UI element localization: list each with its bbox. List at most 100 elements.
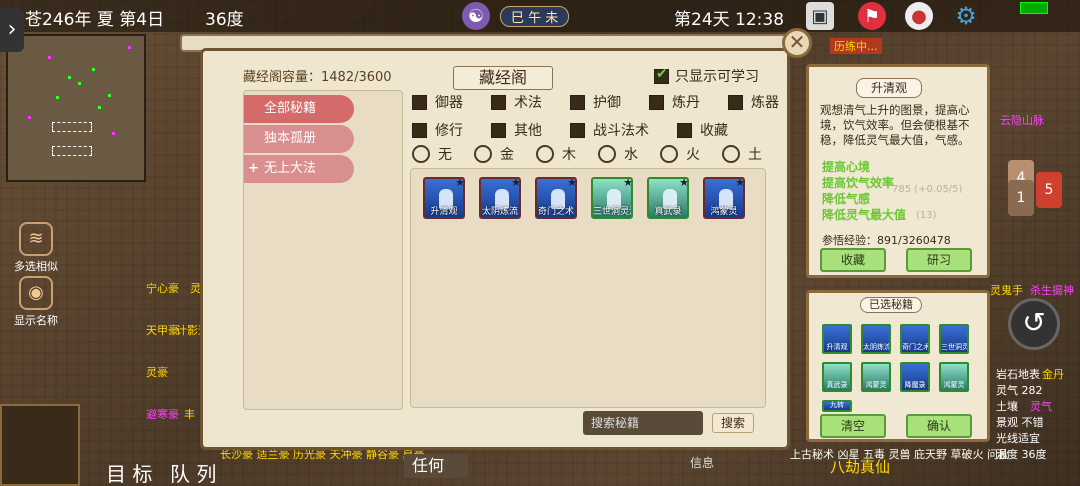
filter-combat[interactable]: 战斗法术 (570, 120, 649, 140)
minimap[interactable] (6, 34, 146, 182)
multi-select-tool[interactable]: ≋ 多选相似 (8, 222, 64, 274)
only-learnable-toggle[interactable]: 只显示可学习 (654, 66, 759, 86)
selected-book[interactable]: 鸿蒙灵 (939, 362, 969, 392)
search-button[interactable]: 搜索 (712, 413, 754, 433)
info-label[interactable]: 信息 (690, 454, 714, 471)
back-icon[interactable]: ↺ (1008, 298, 1060, 350)
element-label: 火 (686, 147, 700, 163)
book-card[interactable]: ★ 太阴炼流 (479, 177, 521, 219)
checkbox-icon[interactable] (412, 94, 427, 110)
element-label: 无 (438, 147, 452, 163)
filter-defense[interactable]: 护御 (570, 92, 621, 112)
checkbox-checked-icon[interactable] (654, 66, 669, 84)
selected-book-name: 真武录 (826, 381, 848, 389)
team-nav[interactable]: 队 列 (170, 458, 216, 486)
element-earth[interactable]: 土 (722, 144, 762, 164)
yin-yang-icon[interactable]: ☯ (462, 2, 490, 30)
selected-book[interactable]: 鸿蒙灵 (861, 362, 891, 392)
element-water[interactable]: 水 (598, 144, 638, 164)
checkbox-icon[interactable] (677, 122, 692, 138)
tab-unique-books[interactable]: 独本孤册 (244, 125, 354, 153)
faded-stat: (13) (916, 210, 937, 221)
search-input[interactable]: 搜索秘籍 (583, 411, 703, 435)
book-card[interactable]: ★ 真武录 (647, 177, 689, 219)
book-name: 鸿蒙灵 (710, 207, 738, 217)
close-button[interactable]: ✕ (782, 28, 812, 58)
only-learnable-label: 只显示可学习 (675, 69, 759, 85)
goal-nav[interactable]: 目 标 (106, 458, 152, 486)
element-fire[interactable]: 火 (660, 144, 700, 164)
map-label: 杀生摄神 (1030, 284, 1074, 297)
star-icon: ★ (511, 177, 521, 189)
radio-icon[interactable] (722, 145, 740, 163)
tab-supreme-arts[interactable]: + 无上大法 (244, 155, 354, 183)
filter-spell[interactable]: 术法 (491, 92, 542, 112)
detail-description: 观想清气上升的图景，提高心境，饮气效率。但会使根基不稳，降低灵气最大值，气感。 (820, 103, 970, 147)
radio-icon[interactable] (536, 145, 554, 163)
checkbox-icon[interactable] (570, 122, 585, 138)
map-label: 灵鬼手 (990, 284, 1023, 297)
expand-button[interactable]: › (0, 8, 24, 52)
confirm-button[interactable]: 确认 (906, 414, 972, 438)
filter-dropdown[interactable]: 任何 (404, 454, 468, 478)
filter-cultivation[interactable]: 修行 (412, 120, 463, 140)
book-card[interactable]: ★ 鸿蒙灵 (703, 177, 745, 219)
eye-icon: ◉ (19, 276, 53, 310)
radio-icon[interactable] (598, 145, 616, 163)
selected-title: 已选秘籍 (860, 297, 922, 313)
selected-book[interactable]: 真武录 (822, 362, 852, 392)
study-button[interactable]: 研习 (906, 248, 972, 272)
book-card[interactable]: ★ 升清观 (423, 177, 465, 219)
counter-badge: 1 (1008, 180, 1034, 216)
selected-book[interactable]: 奇门之术 (900, 324, 930, 354)
element-wood[interactable]: 木 (536, 144, 576, 164)
filter-label: 修行 (435, 123, 463, 139)
checkbox-icon[interactable] (491, 94, 506, 110)
status-label: 历练中... (830, 38, 882, 54)
filter-forging[interactable]: 炼器 (728, 92, 779, 112)
day-time: 第24天 12:38 (674, 10, 785, 30)
checkbox-icon[interactable] (649, 94, 664, 110)
filter-label: 其他 (514, 123, 542, 139)
tab-all-books[interactable]: 全部秘籍 (244, 95, 354, 123)
radio-icon[interactable] (412, 145, 430, 163)
selected-book[interactable]: 三世洞灵 (939, 324, 969, 354)
checkbox-icon[interactable] (412, 122, 427, 138)
filter-other[interactable]: 其他 (491, 120, 542, 140)
filter-label: 术法 (514, 95, 542, 111)
book-name: 奇门之术 (537, 207, 574, 217)
gear-icon[interactable]: ⚙ (952, 2, 980, 30)
filter-weapon[interactable]: 御器 (412, 92, 463, 112)
checkbox-icon[interactable] (728, 94, 743, 110)
book-card[interactable]: ★ 奇门之术 (535, 177, 577, 219)
filter-label: 炼丹 (672, 95, 700, 111)
checkbox-icon[interactable] (491, 122, 506, 138)
book-card[interactable]: ★ 三世洞灵法 (591, 177, 633, 219)
collect-button[interactable]: 收藏 (820, 248, 886, 272)
selected-book-name: 太阴炼流 (863, 343, 889, 351)
effect-line: 降低灵气最大值 (822, 208, 907, 222)
map-label: 灵豪 (146, 366, 168, 379)
radio-icon[interactable] (660, 145, 678, 163)
palette-icon[interactable]: ● (905, 2, 933, 30)
game-date: 天苍246年 夏 第4日 (8, 10, 165, 30)
clear-button[interactable]: 清空 (820, 414, 886, 438)
save-icon[interactable]: ▣ (806, 2, 834, 30)
selected-book-name: 升清观 (826, 343, 848, 351)
book-name: 真武录 (654, 207, 682, 217)
category-sidebar: 全部秘籍 独本孤册 + 无上大法 (243, 90, 403, 410)
checkbox-icon[interactable] (570, 94, 585, 110)
element-label: 土 (748, 147, 762, 163)
selected-book[interactable]: 太阴炼流 (861, 324, 891, 354)
filter-alchemy[interactable]: 炼丹 (649, 92, 700, 112)
selected-book[interactable]: 降魔录 (900, 362, 930, 392)
gourd-icon[interactable] (0, 404, 80, 486)
show-names-tool[interactable]: ◉ 显示名称 (8, 276, 64, 328)
element-metal[interactable]: 金 (474, 144, 514, 164)
element-none[interactable]: 无 (412, 144, 452, 164)
radio-icon[interactable] (474, 145, 492, 163)
selected-book[interactable]: 九转 (822, 400, 852, 412)
flag-icon[interactable]: ⚑ (858, 2, 886, 30)
filter-favorites[interactable]: 收藏 (677, 120, 728, 140)
selected-book[interactable]: 升清观 (822, 324, 852, 354)
